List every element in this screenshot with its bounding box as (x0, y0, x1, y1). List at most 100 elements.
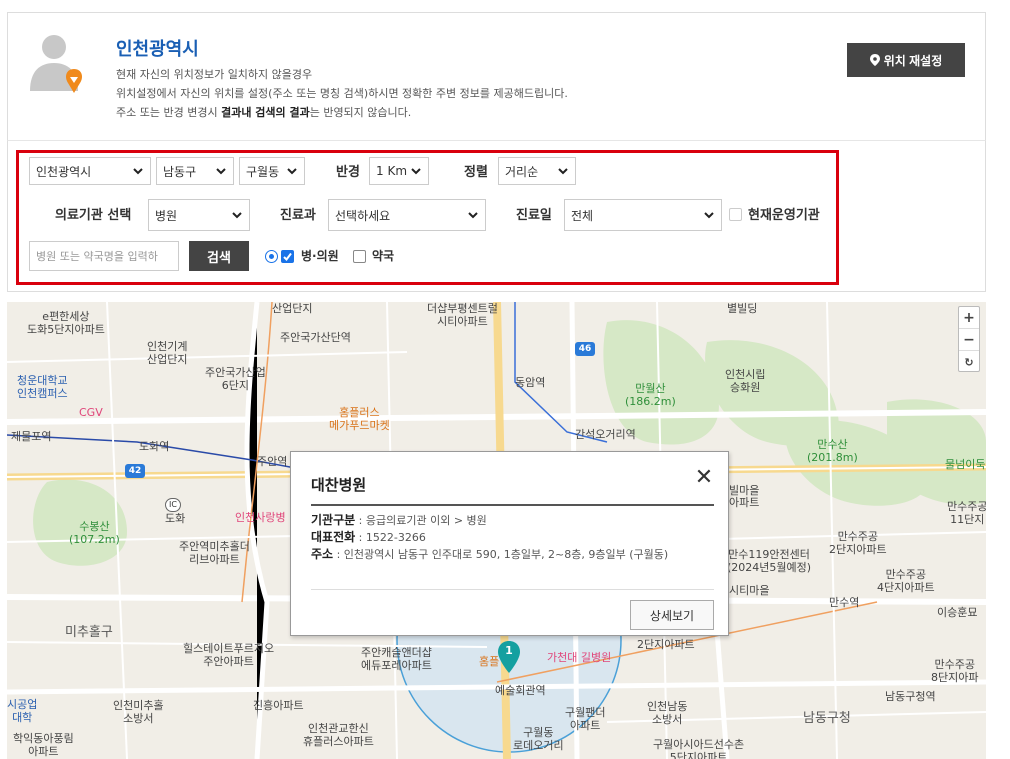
map-label: 만수주공 2단지아파트 (829, 530, 887, 556)
filter-box: 인천광역시 남동구 구월동 반경 1 Km 정렬 거리순 의료기관 선택 병원 … (16, 150, 839, 285)
map-label: 인천기계 산업단지 (147, 340, 188, 366)
map-label: 구월동 로데오거리 (513, 726, 564, 752)
map-label: 도화 (165, 512, 186, 525)
map-label: 동암역 (515, 376, 546, 389)
radius-select[interactable]: 1 Km (369, 157, 429, 185)
hospital-info-popup: 대찬병원 ✕ 기관구분 : 응급의료기관 이외 > 병원 대표전화 : 1522… (290, 451, 729, 636)
sort-label: 정렬 (464, 165, 488, 180)
ic-marker: IC (165, 498, 181, 512)
chevron-down-icon (287, 168, 297, 175)
sort-select[interactable]: 거리순 (498, 157, 576, 185)
chevron-down-icon (704, 212, 714, 219)
reset-location-button[interactable]: 위치 재설정 (847, 43, 965, 77)
chevron-down-icon (133, 168, 143, 175)
marker-number: 1 (505, 644, 513, 657)
institution-type-select[interactable]: 병원 (148, 199, 250, 231)
map-label: 예술회관역 (495, 684, 546, 697)
search-input[interactable]: 병원 또는 약국명을 입력하 (29, 241, 179, 271)
map-label: 학익동아풍림 아파트 (13, 732, 74, 758)
map-label: 만수119안전센터 (2024년5월예정) (727, 548, 812, 574)
map-label: 수봉산 (107.2m) (69, 520, 120, 546)
map-label: 인천남동 소방서 (647, 700, 688, 726)
map-label: e편한세상 도화5단지아파트 (27, 310, 105, 336)
pharmacy-checkbox[interactable] (353, 250, 366, 263)
close-icon[interactable]: ✕ (694, 467, 714, 489)
chevron-down-icon (468, 212, 478, 219)
description-line-3: 주소 또는 반경 변경시 결과내 검색의 결과는 반영되지 않습니다. (116, 106, 412, 119)
map-label: 주안국가산단역 (280, 331, 351, 344)
map-label: 홈플러스 메가푸드마켓 (329, 406, 390, 432)
map-label: 산업단지 (272, 302, 313, 315)
zoom-controls: + − ↻ (958, 306, 980, 372)
chevron-down-icon (216, 168, 226, 175)
zoom-in-button[interactable]: + (959, 307, 979, 329)
institution-type-row: 기관구분 : 응급의료기관 이외 > 병원 (311, 513, 487, 527)
operating-now-checkbox[interactable] (729, 208, 742, 221)
map-label: 가천대 길병원 (547, 651, 612, 664)
chevron-down-icon (411, 168, 421, 175)
popup-title: 대찬병원 (311, 476, 367, 494)
map-label: 시티마을 (729, 584, 770, 597)
address-row: 주소 : 인천광역시 남동구 인주대로 590, 1층일부, 2~8층, 9층일… (311, 547, 669, 561)
description-line-2: 위치설정에서 자신의 위치를 설정(주소 또는 명칭 검색)하시면 정확한 주변… (116, 87, 568, 100)
map-label: 인천관교한신 휴플러스아파트 (303, 722, 374, 748)
map-label: 만수역 (829, 596, 860, 609)
map-label: 청운대학교 인천캠퍼스 (17, 374, 68, 400)
map-label: 만수산 (201.8m) (807, 438, 858, 464)
city-select[interactable]: 인천광역시 (29, 157, 151, 185)
map-label: 진흥아파트 (253, 699, 304, 712)
map-reset-button[interactable]: ↻ (959, 351, 979, 373)
map-label: 더샵부평센트럴 시티아파트 (427, 302, 498, 328)
dong-select[interactable]: 구월동 (239, 157, 305, 185)
location-description: 현재 자신의 위치정보가 일치하지 않을경우 위치설정에서 자신의 위치를 설정… (116, 65, 568, 122)
location-pin-icon (869, 54, 880, 66)
popup-divider (311, 504, 714, 506)
map-label: 물넘이둑 (945, 458, 986, 471)
hospital-map-marker[interactable]: 1 (498, 641, 520, 673)
day-select[interactable]: 전체 (564, 199, 722, 231)
map-label: 이승훈묘 (937, 606, 978, 619)
map-label: 인천사랑병 (235, 511, 286, 524)
map-label: 주안역 (257, 455, 288, 468)
institution-type-label: 의료기관 선택 (55, 208, 132, 223)
day-label: 진료일 (516, 208, 552, 223)
map-label: 주안역미추홀더 리브아파트 (179, 540, 250, 566)
region-title: 인천광역시 (116, 39, 199, 60)
map-label: 구월아시아드선수촌 5단지아파트 (653, 738, 745, 759)
hospital-radio[interactable] (265, 250, 278, 263)
district-select[interactable]: 남동구 (156, 157, 234, 185)
search-button[interactable]: 검색 (189, 241, 249, 271)
user-avatar-icon (30, 35, 82, 93)
map-label: 도화역 (139, 440, 170, 453)
map-view[interactable]: 42 46 IC e편한세상 도화5단지아파트 인천기계 산업단지 주안국가산단역 … (7, 302, 986, 759)
map-label: 제물포역 (11, 430, 52, 443)
map-label: 만수주공 11단지 (947, 500, 986, 526)
map-label: 남동구청 (803, 711, 851, 726)
map-label: CGV (79, 406, 103, 419)
hospital-checkbox[interactable] (281, 250, 294, 263)
map-label: 만수주공 8단지아파 (931, 658, 979, 684)
detail-view-button[interactable]: 상세보기 (630, 600, 714, 630)
chevron-down-icon (558, 168, 568, 175)
hospital-label: 병·의원 (301, 249, 339, 263)
map-label: 남동구청역 (885, 690, 936, 703)
popup-info: 기관구분 : 응급의료기관 이외 > 병원 대표전화 : 1522-3266 주… (311, 512, 711, 563)
map-label: 미추홀구 (65, 625, 113, 640)
map-label: 인천미추홀 소방서 (113, 699, 164, 725)
route-46-shield: 46 (575, 342, 595, 356)
department-select[interactable]: 선택하세요 (328, 199, 486, 231)
chevron-down-icon (232, 212, 242, 219)
zoom-out-button[interactable]: − (959, 329, 979, 351)
operating-now-label: 현재운영기관 (748, 208, 820, 223)
department-label: 진료과 (280, 208, 316, 223)
map-label: 별빌딩 (727, 302, 758, 315)
map-label: 아파트 (729, 496, 760, 509)
search-filter-panel: 인천광역시 남동구 구월동 반경 1 Km 정렬 거리순 의료기관 선택 병원 … (7, 140, 986, 292)
description-line-1: 현재 자신의 위치정보가 일치하지 않을경우 (116, 68, 313, 81)
map-label: 인천시립 승화원 (725, 368, 766, 394)
map-label: 홈플 (479, 655, 500, 668)
route-42-shield: 42 (125, 464, 145, 478)
phone-row: 대표전화 : 1522-3266 (311, 530, 426, 544)
map-label: 만월산 (186.2m) (625, 382, 676, 408)
radius-label: 반경 (336, 165, 360, 180)
